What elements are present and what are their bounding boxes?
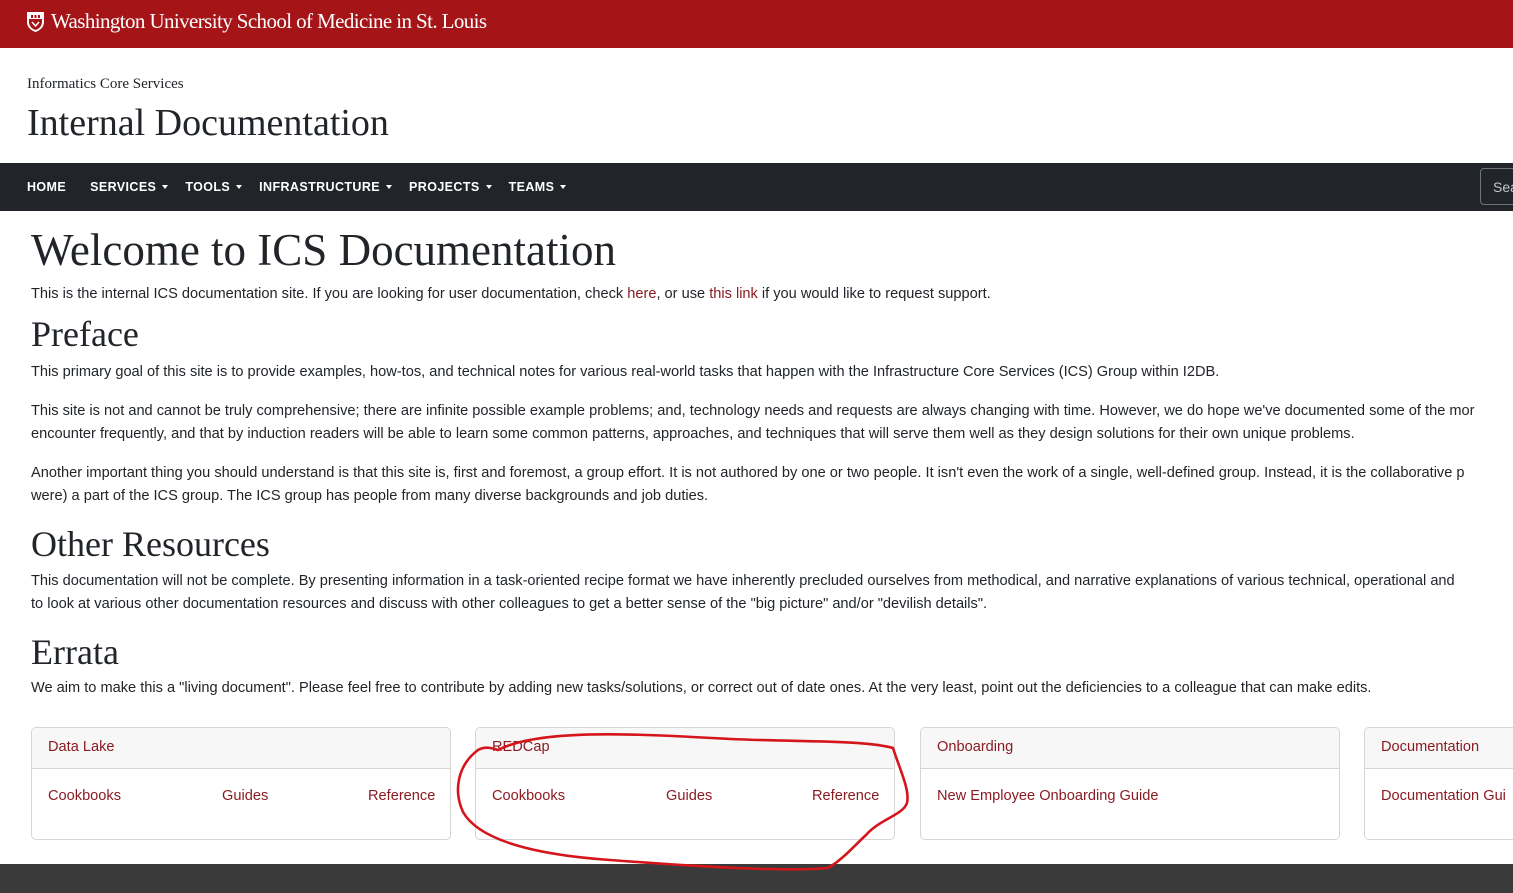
errata-paragraph: We aim to make this a "living document".… bbox=[31, 680, 1372, 696]
page-title: Welcome to ICS Documentation bbox=[31, 225, 616, 275]
main-content: Welcome to ICS Documentation This is the… bbox=[31, 222, 1513, 700]
card-link-guides[interactable]: Guides bbox=[222, 788, 268, 804]
card-title[interactable]: Onboarding bbox=[921, 728, 1339, 769]
user-docs-link[interactable]: here bbox=[627, 286, 656, 302]
preface-paragraph-3: Another important thing you should under… bbox=[31, 465, 1465, 504]
site-title[interactable]: Internal Documentation bbox=[27, 101, 389, 145]
other-resources-paragraph: This documentation will not be complete.… bbox=[31, 573, 1455, 612]
card-onboarding: Onboarding New Employee Onboarding Guide bbox=[920, 727, 1340, 840]
card-title[interactable]: Data Lake bbox=[32, 728, 450, 769]
nav-item-home[interactable]: HOME bbox=[27, 180, 66, 194]
nav-item-teams[interactable]: TEAMS bbox=[509, 180, 567, 194]
main-navbar: HOME SERVICES TOOLS INFRASTRUCTURE PROJE… bbox=[0, 163, 1513, 211]
card-title[interactable]: Documentation bbox=[1365, 728, 1513, 769]
caret-down-icon bbox=[560, 185, 567, 189]
nav-item-infrastructure[interactable]: INFRASTRUCTURE bbox=[259, 180, 393, 194]
preface-paragraph-2: This site is not and cannot be truly com… bbox=[31, 403, 1475, 442]
caret-down-icon bbox=[485, 185, 492, 189]
preface-heading: Preface bbox=[31, 314, 139, 354]
brand-name: Washington University School of Medicine… bbox=[51, 9, 487, 33]
card-link-documentation-guide[interactable]: Documentation Gui bbox=[1381, 788, 1506, 804]
preface-paragraph-1: This primary goal of this site is to pro… bbox=[31, 364, 1220, 380]
request-support-link[interactable]: this link bbox=[709, 286, 758, 302]
caret-down-icon bbox=[236, 185, 243, 189]
card-link-reference[interactable]: Reference bbox=[368, 788, 435, 804]
intro-paragraph: This is the internal ICS documentation s… bbox=[31, 286, 991, 302]
caret-down-icon bbox=[386, 185, 393, 189]
card-title[interactable]: REDCap bbox=[476, 728, 894, 769]
card-documentation: Documentation Documentation Gui bbox=[1364, 727, 1513, 840]
card-data-lake: Data Lake Cookbooks Guides Reference bbox=[31, 727, 451, 840]
card-link-cookbooks[interactable]: Cookbooks bbox=[48, 788, 121, 804]
card-link-cookbooks[interactable]: Cookbooks bbox=[492, 788, 565, 804]
site-subtitle: Informatics Core Services bbox=[27, 76, 184, 92]
brand-bar: Washington University School of Medicine… bbox=[0, 0, 1513, 48]
card-link-reference[interactable]: Reference bbox=[812, 788, 879, 804]
brand-logo-link[interactable]: Washington University School of Medicine… bbox=[26, 9, 487, 34]
card-redcap: REDCap Cookbooks Guides Reference bbox=[475, 727, 895, 840]
nav-item-projects[interactable]: PROJECTS bbox=[409, 180, 492, 194]
page-footer bbox=[0, 864, 1513, 893]
errata-heading: Errata bbox=[31, 632, 119, 672]
nav-item-services[interactable]: SERVICES bbox=[90, 180, 169, 194]
nav-menu: HOME SERVICES TOOLS INFRASTRUCTURE PROJE… bbox=[27, 163, 567, 211]
search-input[interactable] bbox=[1480, 168, 1513, 205]
card-link-onboarding-guide[interactable]: New Employee Onboarding Guide bbox=[937, 788, 1158, 804]
other-resources-heading: Other Resources bbox=[31, 524, 270, 564]
caret-down-icon bbox=[162, 185, 169, 189]
wustl-crest-icon bbox=[27, 11, 44, 32]
card-link-guides[interactable]: Guides bbox=[666, 788, 712, 804]
nav-item-tools[interactable]: TOOLS bbox=[185, 180, 243, 194]
